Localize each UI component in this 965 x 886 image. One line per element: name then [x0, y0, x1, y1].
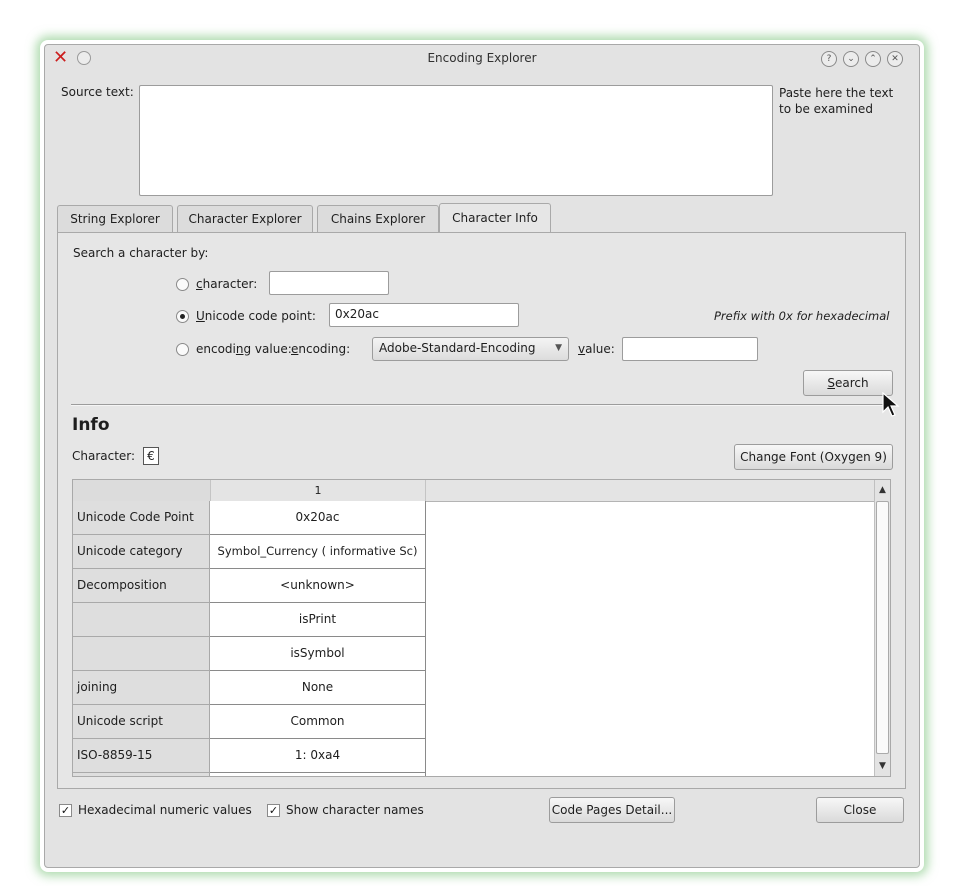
hex-label: Hexadecimal numeric values — [78, 803, 252, 817]
row-header — [73, 773, 210, 776]
radio-unicode-code-point[interactable] — [176, 310, 189, 323]
table-row: isSymbol — [73, 637, 426, 671]
code-pages-detail-button[interactable]: Code Pages Detail... — [549, 797, 675, 823]
table-cell[interactable]: Symbol_Currency ( informative Sc) — [210, 535, 426, 569]
table-row — [73, 773, 426, 776]
table-cell[interactable]: Common — [210, 705, 426, 739]
codepoint-hint: Prefix with 0x for hexadecimal — [714, 309, 890, 323]
scroll-down-icon[interactable]: ▼ — [875, 757, 890, 775]
table-row: Unicode script Common — [73, 705, 426, 739]
value-input[interactable] — [622, 337, 758, 361]
source-text-label: Source text: — [61, 85, 134, 99]
table-cell[interactable]: isPrint — [210, 603, 426, 637]
scroll-up-icon[interactable]: ▲ — [875, 481, 890, 499]
character-input[interactable] — [269, 271, 389, 295]
table-corner — [73, 480, 210, 501]
tab-character-explorer[interactable]: Character Explorer — [177, 205, 313, 232]
mouse-cursor-icon — [882, 392, 900, 417]
row-header: ISO-8859-15 — [73, 739, 210, 773]
table-cell[interactable]: <unknown> — [210, 569, 426, 603]
table-row: Decomposition <unknown> — [73, 569, 426, 603]
table-row: isPrint — [73, 603, 426, 637]
encoding-value-label: encoding value: — [196, 342, 292, 356]
table-cell[interactable]: isSymbol — [210, 637, 426, 671]
row-header: Unicode script — [73, 705, 210, 739]
character-display: € — [143, 447, 159, 465]
info-table[interactable]: 1 Unicode Code Point 0x20ac Unicode cate… — [72, 479, 891, 777]
radio-character[interactable] — [176, 278, 189, 291]
help-icon[interactable]: ? — [821, 51, 837, 67]
table-row: Unicode Code Point 0x20ac — [73, 501, 426, 535]
encoding-select[interactable]: Adobe-Standard-Encoding ▼ — [372, 337, 569, 361]
character-display-label: Character: — [72, 449, 136, 463]
encoding-select-value: Adobe-Standard-Encoding — [379, 341, 536, 355]
encoding-explorer-window: ✕ Encoding Explorer ? ⌄ ⌃ ✕ Source text:… — [44, 44, 920, 868]
change-font-button[interactable]: Change Font (Oxygen 9) — [734, 444, 893, 470]
value-label: value: — [578, 342, 615, 356]
hex-checkbox[interactable]: ✓ — [59, 804, 72, 817]
separator — [71, 404, 893, 406]
table-cell[interactable]: None — [210, 671, 426, 705]
search-title: Search a character by: — [73, 246, 209, 260]
close-icon[interactable]: ✕ — [887, 51, 903, 67]
row-header — [73, 603, 210, 637]
encoding-label: encoding: — [291, 342, 351, 356]
row-header: Unicode Code Point — [73, 501, 210, 535]
character-label-rest: haracter: — [202, 277, 258, 291]
table-row: Unicode category Symbol_Currency ( infor… — [73, 535, 426, 569]
title-bar[interactable]: ✕ Encoding Explorer ? ⌄ ⌃ ✕ — [45, 45, 919, 73]
row-header: joining — [73, 671, 210, 705]
tab-chains-explorer[interactable]: Chains Explorer — [317, 205, 439, 232]
radio-encoding-value[interactable] — [176, 343, 189, 356]
minimize-icon[interactable]: ⌄ — [843, 51, 859, 67]
codepoint-label: Unicode code point: — [196, 309, 316, 323]
table-cell[interactable] — [210, 773, 426, 776]
scroll-handle[interactable] — [876, 501, 889, 754]
character-label: character: — [196, 277, 258, 291]
search-button[interactable]: Search — [803, 370, 893, 396]
names-label: Show character names — [286, 803, 424, 817]
row-header: Unicode category — [73, 535, 210, 569]
names-checkbox[interactable]: ✓ — [267, 804, 280, 817]
column-header[interactable]: 1 — [210, 480, 426, 501]
tab-string-explorer[interactable]: String Explorer — [57, 205, 173, 232]
source-text-area[interactable] — [139, 85, 773, 196]
codepoint-input[interactable]: 0x20ac — [329, 303, 519, 327]
tab-character-info[interactable]: Character Info — [439, 203, 551, 233]
table-row: joining None — [73, 671, 426, 705]
table-cell[interactable]: 1: 0xa4 — [210, 739, 426, 773]
chevron-down-icon: ▼ — [555, 343, 562, 353]
row-header: Decomposition — [73, 569, 210, 603]
table-row: ISO-8859-15 1: 0xa4 — [73, 739, 426, 773]
info-heading: Info — [72, 415, 110, 435]
table-header: 1 — [73, 480, 890, 502]
table-cell[interactable]: 0x20ac — [210, 501, 426, 535]
row-header — [73, 637, 210, 671]
close-button[interactable]: Close — [816, 797, 904, 823]
maximize-icon[interactable]: ⌃ — [865, 51, 881, 67]
source-hint: Paste here the text to be examined — [779, 86, 894, 116]
vertical-scrollbar[interactable]: ▲ ▼ — [874, 480, 890, 776]
window-title: Encoding Explorer — [427, 51, 537, 65]
